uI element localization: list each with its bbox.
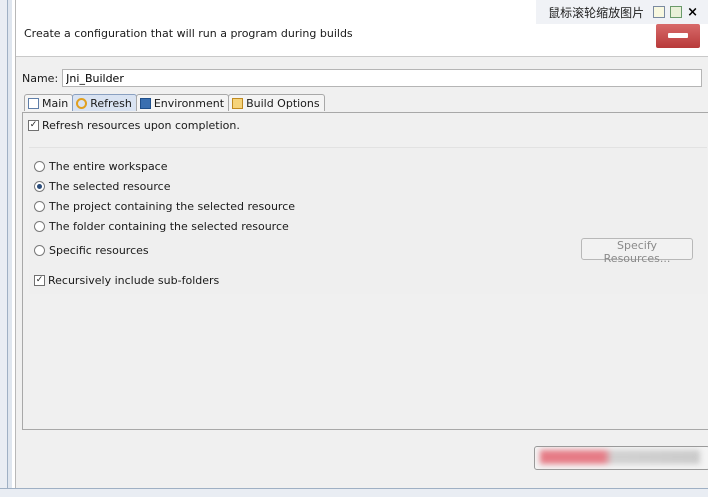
scope-option[interactable]: The selected resource	[34, 180, 170, 193]
scope-option-label: The entire workspace	[49, 160, 168, 173]
name-row: Name:	[22, 69, 703, 87]
scope-option-label: The project containing the selected reso…	[49, 200, 296, 213]
tab-label: Environment	[153, 96, 225, 110]
name-input[interactable]	[62, 69, 703, 87]
refresh-tab-content: ✓ Refresh resources upon completion. The…	[22, 112, 708, 430]
close-icon[interactable]: ×	[687, 6, 698, 19]
fit-window-icon[interactable]	[653, 6, 666, 18]
tab-main[interactable]: Main	[24, 94, 74, 111]
recursive-label: Recursively include sub-folders	[48, 274, 220, 287]
recursive-checkbox[interactable]: ✓	[34, 275, 45, 286]
blurred-label	[540, 450, 700, 464]
build-options-tab-icon	[232, 97, 244, 109]
specify-resources-button[interactable]: Specify Resources...	[581, 238, 693, 265]
tab-refresh[interactable]: Refresh	[72, 94, 137, 111]
scope-option[interactable]: The entire workspace	[34, 160, 168, 173]
obscured-button[interactable]	[534, 446, 708, 470]
refresh-on-completion-label: Refresh resources upon completion.	[42, 119, 240, 132]
header-description: Create a configuration that will run a p…	[24, 27, 353, 40]
refresh-on-completion-checkbox[interactable]: ✓	[28, 120, 39, 131]
scope-option[interactable]: The project containing the selected reso…	[34, 200, 295, 213]
refresh-on-completion-row[interactable]: ✓ Refresh resources upon completion.	[28, 119, 240, 132]
scope-option[interactable]: The folder containing the selected resou…	[34, 220, 289, 233]
tab-bar: Main Refresh Environment Build Options	[24, 94, 325, 112]
tab-label: Refresh	[90, 96, 132, 110]
main-tab-icon	[28, 97, 39, 109]
tab-label: Build Options	[246, 96, 320, 110]
radio-button[interactable]	[34, 221, 45, 232]
tab-build-options[interactable]: Build Options	[228, 94, 325, 111]
environment-tab-icon	[139, 97, 151, 109]
header-banner-icon	[656, 24, 700, 48]
refresh-tab-icon	[76, 97, 88, 109]
radio-button[interactable]	[34, 181, 45, 192]
scope-option-label: The selected resource	[49, 180, 171, 193]
window-frame-left	[0, 0, 12, 496]
name-label: Name:	[22, 71, 59, 85]
tab-environment[interactable]: Environment	[135, 94, 230, 111]
scope-option-label: The folder containing the selected resou…	[49, 220, 289, 233]
radio-button[interactable]	[34, 201, 45, 212]
refresh-scope-group: The entire workspace The selected resour…	[29, 147, 707, 294]
main-panel: Name: Main Refresh Environment Build Opt…	[16, 57, 708, 488]
overlay-title: 鼠标滚轮缩放图片	[548, 5, 645, 20]
scope-option[interactable]: Specific resources	[34, 244, 149, 257]
radio-button[interactable]	[34, 161, 45, 172]
radio-button[interactable]	[34, 245, 45, 256]
overlay-toolbar: 鼠标滚轮缩放图片 ×	[536, 0, 708, 24]
tab-label: Main	[42, 96, 69, 110]
actual-size-icon[interactable]	[670, 6, 683, 18]
recursive-row[interactable]: ✓ Recursively include sub-folders	[34, 274, 219, 287]
scope-option-label: Specific resources	[49, 244, 149, 257]
